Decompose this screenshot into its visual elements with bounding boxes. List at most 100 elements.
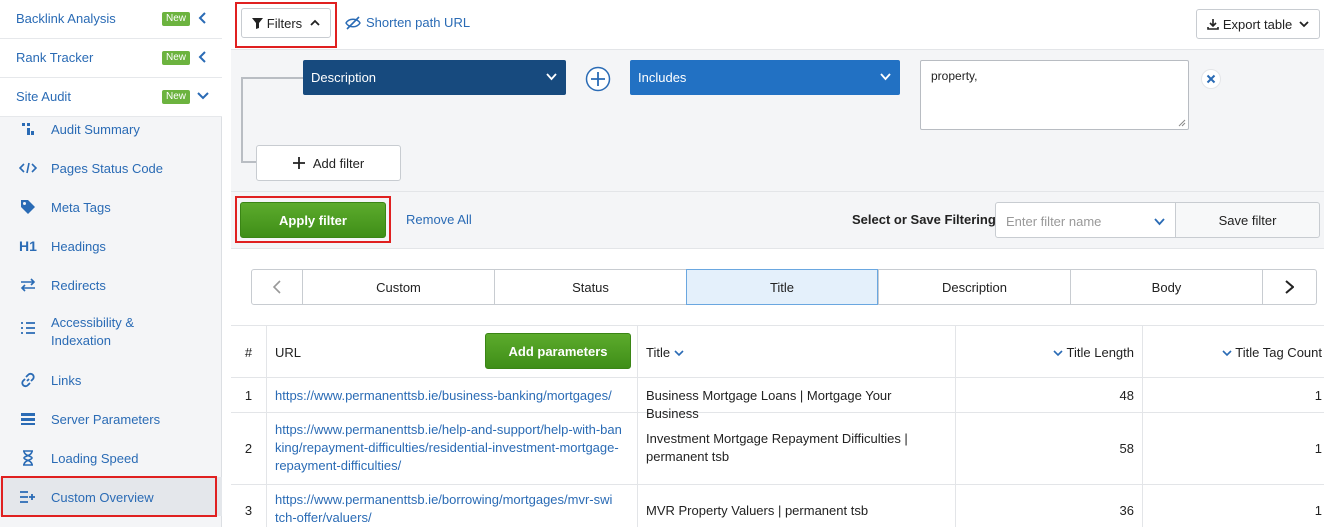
sidebar-item-links[interactable]: Links [0,360,222,399]
sidebar-item-label: Redirects [51,278,106,293]
sidebar-item-server-parameters[interactable]: Server Parameters [0,399,222,438]
filter-value-textarea[interactable]: property, [920,60,1189,130]
export-table-label: Export table [1222,16,1293,32]
table-row: 3 https://www.permanenttsb.ie/borrowing/… [231,485,1324,527]
h1-icon: H1 [19,238,37,254]
row-url-line: https://www.permanenttsb.ie/help-and-sup… [275,422,622,437]
hourglass-icon [19,449,37,467]
redirect-arrows-icon [19,276,37,294]
header-title-length: Title Length [1066,345,1134,360]
filter-field-dropdown[interactable]: Description [303,60,566,95]
plus-icon [292,157,305,169]
tabs-scroll-left-button[interactable] [252,270,302,304]
chevron-left-icon [273,280,281,294]
header-title: Title [646,345,671,360]
sidebar-item-headings[interactable]: H1 Headings [0,226,222,265]
row-num: 2 [244,441,253,456]
row-title-line: permanent tsb [646,449,730,464]
code-icon [19,159,37,177]
header-url-cell: URL Add parameters [267,326,638,377]
shorten-path-url-link[interactable]: Shorten path URL [345,15,470,30]
filter-value-text: property, [931,69,978,83]
sidebar-item-label: Pages Status Code [51,161,164,176]
add-parameters-label: Add parameters [508,343,608,359]
save-filter-button[interactable]: Save filter [1175,202,1320,238]
save-filter-label: Save filter [1218,212,1277,228]
row-url-link[interactable]: https://www.permanenttsb.ie/borrowing/mo… [275,491,629,527]
add-filter-label: Add filter [312,155,365,171]
eye-slash-icon [345,15,361,30]
header-title-tag-count-cell[interactable]: Title Tag Count [1143,326,1324,377]
sidebar-item-label-line1: Accessibility & [51,315,135,330]
chevron-left-icon[interactable] [196,49,210,65]
row-num: 1 [244,388,253,403]
header-title-cell[interactable]: Title [638,326,956,377]
row-url-line: king/repayment-difficulties/residential-… [275,440,619,455]
sidebar-item-label-line2: Indexation [51,333,111,348]
link-icon [19,371,37,389]
sidebar-item-accessibility-indexation[interactable]: Accessibility & Indexation [0,312,222,351]
tag-icon [19,198,37,216]
sort-chevron-icon [674,350,684,357]
table-row: 1 https://www.permanenttsb.ie/business-b… [231,378,1324,421]
sidebar-item-redirects[interactable]: Redirects [0,265,222,304]
sidebar-item-label: Links [51,373,82,388]
sidebar-item-loading-speed[interactable]: Loading Speed [0,438,222,477]
new-badge: New [162,90,191,104]
remove-all-link[interactable]: Remove All [406,212,472,227]
chevron-right-icon [1285,280,1294,294]
add-condition-icon[interactable] [585,66,611,92]
sidebar-item-label: Server Parameters [51,412,161,427]
row-title-length: 58 [1119,441,1134,456]
tab-status[interactable]: Status [494,270,686,304]
tabs-scroll-right-button[interactable] [1262,270,1316,304]
header-num: # [244,345,253,360]
filter-operator-value: Includes [638,70,687,85]
new-badge: New [162,51,191,65]
sidebar-item-rank-tracker[interactable]: Rank Tracker New [0,39,222,78]
row-title: Investment Mortgage Repayment Difficulti… [646,430,947,466]
tab-title[interactable]: Title [686,269,878,305]
sidebar-item-label: Loading Speed [51,451,139,466]
sort-chevron-icon [1222,350,1232,357]
sidebar-item-pages-status-code[interactable]: Pages Status Code [0,148,222,187]
select-save-filtering-label: Select or Save Filtering: [852,212,1001,227]
chevron-left-icon[interactable] [196,10,210,26]
server-icon [19,410,37,428]
filter-operator-dropdown[interactable]: Includes [630,60,900,95]
chevron-down-icon[interactable] [196,88,210,104]
header-num-cell: # [231,326,267,377]
highlight-box [1,476,217,517]
filter-name-input[interactable]: Enter filter name [995,202,1176,238]
sidebar-item-backlink-analysis[interactable]: Backlink Analysis New [0,0,222,39]
highlight-box [235,196,391,243]
filter-name-placeholder: Enter filter name [1006,214,1102,229]
export-table-button[interactable]: Export table [1196,9,1320,39]
new-badge: New [162,12,191,26]
row-title-line: Investment Mortgage Repayment Difficulti… [646,431,908,446]
row-num: 3 [244,503,253,518]
column-group-tabs: Custom Status Title Description Body [251,269,1317,305]
row-title-length: 36 [1119,503,1134,518]
tab-description[interactable]: Description [878,270,1070,304]
row-url-link[interactable]: https://www.permanenttsb.ie/business-ban… [275,387,629,405]
list-icon [19,319,37,337]
add-filter-button[interactable]: Add filter [256,145,401,181]
add-parameters-button[interactable]: Add parameters [485,333,631,369]
download-icon [1207,19,1219,30]
sidebar-item-audit-summary[interactable]: Audit Summary [0,109,222,148]
sort-chevron-icon [1053,350,1063,357]
sidebar-item-label: Accessibility & Indexation [51,314,134,350]
header-title-length-cell[interactable]: Title Length [956,326,1143,377]
tab-custom[interactable]: Custom [302,270,494,304]
table-row: 2 https://www.permanenttsb.ie/help-and-s… [231,413,1324,485]
resize-handle-icon[interactable] [1178,119,1186,127]
row-url-link[interactable]: https://www.permanenttsb.ie/help-and-sup… [275,421,629,475]
tab-body[interactable]: Body [1070,270,1262,304]
row-title: MVR Property Valuers | permanent tsb [646,503,869,518]
data-table: # URL Add parameters Title Title Length … [231,325,1324,527]
sidebar-item-label: Rank Tracker [16,50,94,65]
sidebar-item-meta-tags[interactable]: Meta Tags [0,187,222,226]
remove-condition-icon[interactable] [1201,69,1221,89]
row-title-tag-count: 1 [1314,388,1322,403]
